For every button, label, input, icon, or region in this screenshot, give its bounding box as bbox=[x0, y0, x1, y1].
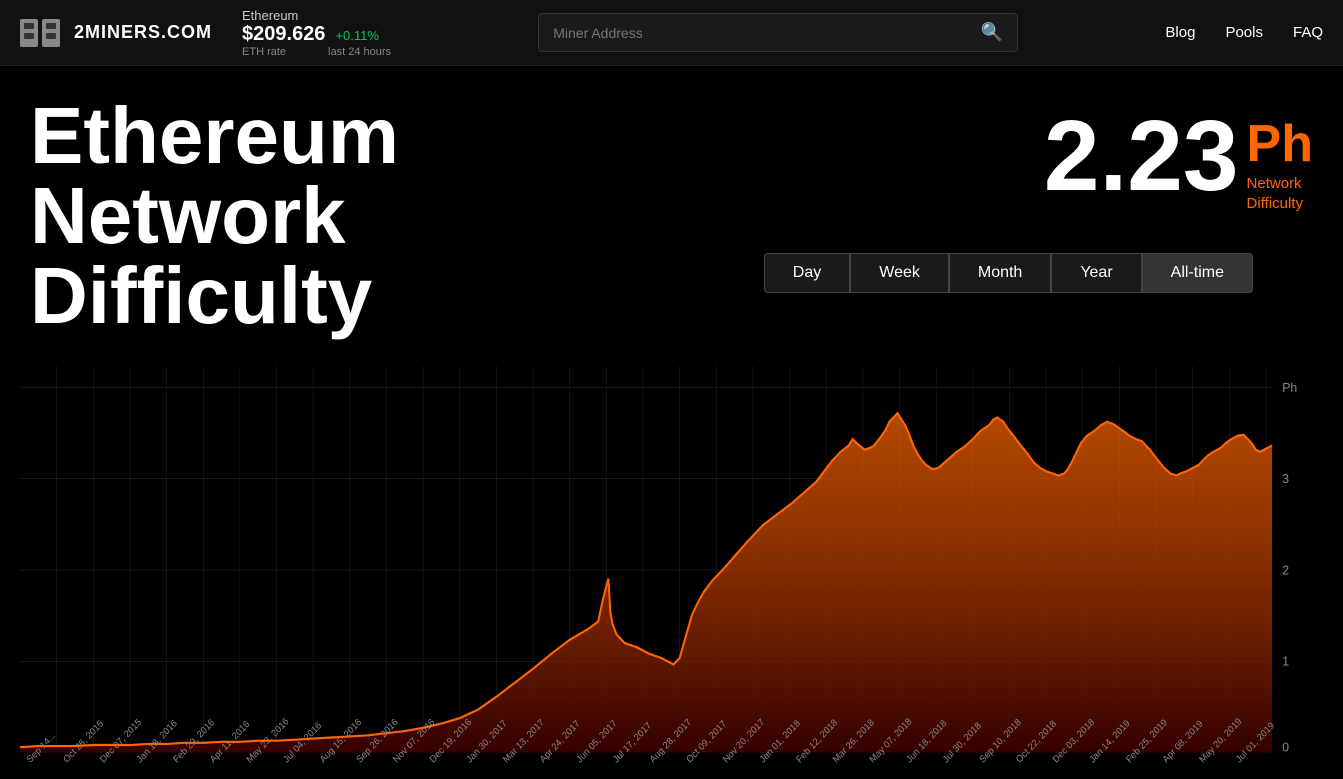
change-label: last 24 hours bbox=[328, 46, 391, 58]
eth-change: +0.11% bbox=[335, 28, 379, 43]
main-content: Ethereum Network Difficulty 2.23 Ph Netw… bbox=[0, 66, 1343, 774]
header: 2MINERS.COM Ethereum $209.626 +0.11% ETH… bbox=[0, 0, 1343, 66]
period-buttons: Day Week Month Year All-time bbox=[764, 253, 1253, 293]
difficulty-display: 2.23 Ph Network Difficulty bbox=[1044, 106, 1313, 213]
difficulty-label: Network Difficulty bbox=[1247, 174, 1313, 213]
top-section: Ethereum Network Difficulty 2.23 Ph Netw… bbox=[30, 96, 1313, 336]
y-label-3: 3 bbox=[1282, 472, 1289, 486]
price-label: ETH rate bbox=[242, 46, 286, 58]
period-alltime[interactable]: All-time bbox=[1142, 253, 1253, 293]
period-day[interactable]: Day bbox=[764, 253, 850, 293]
search-icon: 🔍 bbox=[981, 22, 1003, 43]
period-year[interactable]: Year bbox=[1051, 253, 1141, 293]
logo-icon bbox=[20, 15, 64, 51]
nav-blog[interactable]: Blog bbox=[1165, 24, 1195, 41]
difficulty-value: 2.23 bbox=[1044, 106, 1239, 206]
nav-links: Blog Pools FAQ bbox=[1165, 24, 1323, 41]
eth-info: Ethereum $209.626 +0.11% ETH rate last 2… bbox=[242, 8, 391, 58]
chart-wrapper: Ph 3 2 1 0 Sep 14... Oct 26, 2015 Dec 07… bbox=[20, 366, 1323, 774]
page-title: Ethereum Network Difficulty bbox=[30, 96, 399, 336]
y-label-1: 1 bbox=[1282, 654, 1289, 668]
page-title-line1: Ethereum bbox=[30, 91, 399, 180]
y-label-ph: Ph bbox=[1282, 380, 1297, 394]
page-title-line3: Difficulty bbox=[30, 251, 372, 340]
difficulty-unit-col: Ph Network Difficulty bbox=[1247, 106, 1313, 213]
search-area: 🔍 bbox=[411, 13, 1145, 52]
period-month[interactable]: Month bbox=[949, 253, 1051, 293]
y-label-2: 2 bbox=[1282, 563, 1289, 577]
y-label-0: 0 bbox=[1282, 740, 1289, 754]
page-title-line2: Network bbox=[30, 171, 346, 260]
nav-faq[interactable]: FAQ bbox=[1293, 24, 1323, 41]
chart-area bbox=[20, 413, 1272, 752]
search-box[interactable]: 🔍 bbox=[538, 13, 1018, 52]
difficulty-unit: Ph bbox=[1247, 118, 1313, 170]
period-week[interactable]: Week bbox=[850, 253, 949, 293]
eth-price: $209.626 bbox=[242, 23, 325, 46]
logo-area: 2MINERS.COM bbox=[20, 15, 212, 51]
logo-text: 2MINERS.COM bbox=[74, 22, 212, 43]
search-input[interactable] bbox=[553, 25, 981, 41]
coin-name: Ethereum bbox=[242, 8, 391, 23]
nav-pools[interactable]: Pools bbox=[1225, 24, 1263, 41]
right-section: 2.23 Ph Network Difficulty Day Week Mont… bbox=[764, 96, 1313, 293]
chart-svg: Ph 3 2 1 0 Sep 14... Oct 26, 2015 Dec 07… bbox=[20, 366, 1323, 774]
